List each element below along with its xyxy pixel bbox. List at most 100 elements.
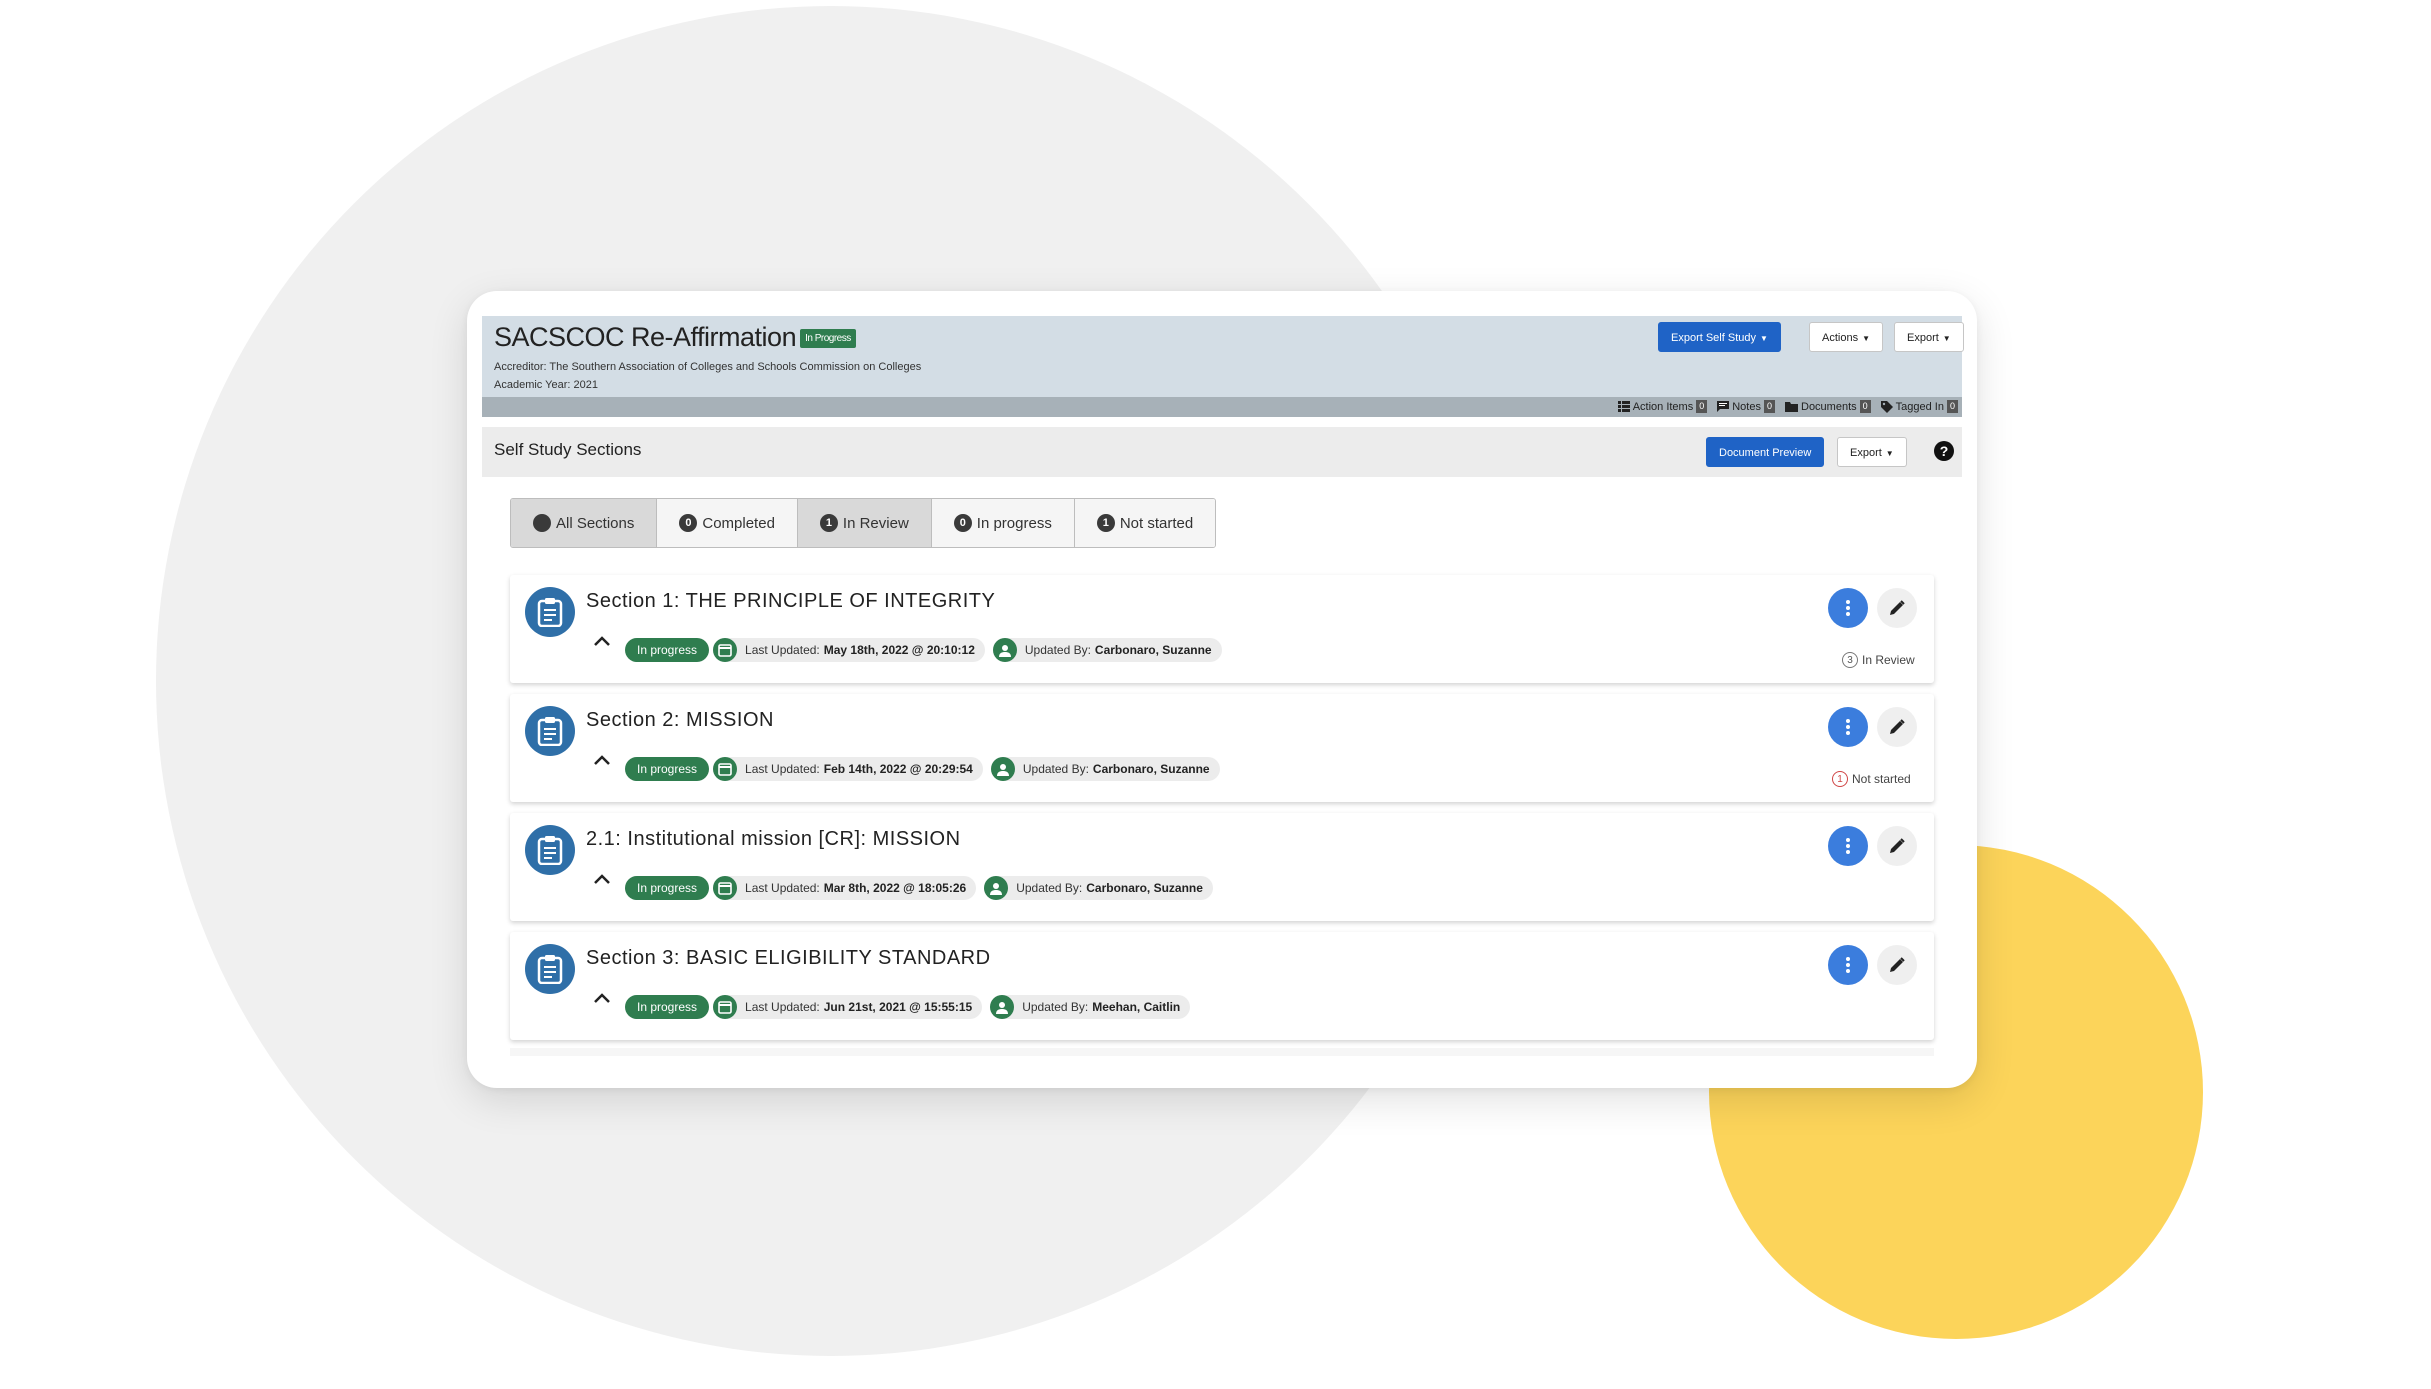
section-row[interactable]: Section 3: BASIC ELIGIBILITY STANDARD In… [510,932,1934,1040]
filter-tab-completed[interactable]: 0 Completed [657,499,798,547]
in-review-count: 1 [819,514,838,532]
caret-down-icon: ▼ [1760,334,1768,343]
pencil-icon [1890,957,1905,972]
filter-tab-label: Not started [1119,514,1194,532]
filter-tab-label: In Review [842,514,909,532]
user-icon [990,995,1015,1019]
filter-tab-in-progress[interactable]: 0 In progress [931,499,1075,547]
action-items-label: Action Items [1632,400,1694,413]
list-continuation-edge [510,1048,1934,1056]
section-title[interactable]: Section 3: BASIC ELIGIBILITY STANDARD [586,947,991,970]
kebab-icon [1846,600,1850,616]
updated-by-value: Carbonaro, Suzanne [1086,881,1203,895]
calendar-icon [713,638,738,662]
accreditor-text: Accreditor: The Southern Association of … [494,361,922,373]
self-study-sections-bar: Self Study Sections Document Preview Exp… [482,427,1962,477]
kebab-icon [1846,838,1850,854]
tagged-in-badge: 0 [1946,400,1958,413]
more-options-button[interactable] [1828,945,1868,985]
updated-by-label: Updated By: [1022,1000,1089,1014]
section-filter-tabs: All Sections 0 Completed 1 In Review 0 In p… [510,498,1217,548]
all-sections-count [533,514,551,532]
notes-label: Notes [1732,400,1761,413]
pencil-icon [1890,838,1905,853]
calendar-icon [713,995,738,1019]
kebab-icon [1846,957,1850,973]
status-pill: In progress [625,995,710,1019]
help-icon[interactable]: ? [1934,441,1954,461]
section-title[interactable]: Section 2: MISSION [586,709,774,732]
user-icon [990,757,1015,781]
chevron-up-icon[interactable] [590,750,614,770]
last-updated-value: Feb 14th, 2022 @ 20:29:54 [823,762,973,776]
pencil-icon [1890,719,1905,734]
status-badge: In Progress [800,329,856,348]
list-icon [1617,401,1630,412]
academic-year-text: Academic Year: 2021 [494,379,598,391]
more-options-button[interactable] [1828,588,1868,628]
section-title[interactable]: Section 1: THE PRINCIPLE OF INTEGRITY [586,590,995,613]
self-study-sections-title: Self Study Sections [494,440,642,459]
clipboard-icon [525,587,575,637]
chevron-up-icon[interactable] [590,631,614,651]
filter-tab-all-sections[interactable]: All Sections [511,499,658,547]
last-updated-label: Last Updated: [745,881,820,895]
pencil-icon [1890,600,1905,615]
section-row[interactable]: Section 2: MISSION In progress Last Upda… [510,694,1934,802]
action-items-count[interactable]: Action Items 0 [1617,400,1708,413]
header-counts-strip: Action Items 0 Notes 0 Documents 0 Tagged I… [482,397,1962,417]
actions-label: Actions [1822,332,1859,344]
tag-icon [1880,400,1893,413]
updated-by-value: Carbonaro, Suzanne [1094,643,1212,657]
edit-button[interactable] [1877,588,1917,628]
updated-by-label: Updated By: [1016,881,1083,895]
edit-button[interactable] [1877,826,1917,866]
updated-by-pill: Updated By: Carbonaro, Suzanne [984,876,1213,900]
more-options-button[interactable] [1828,826,1868,866]
tagged-in-count[interactable]: Tagged In 0 [1880,400,1958,413]
status-pill: In progress [625,757,710,781]
updated-by-pill: Updated By: Meehan, Caitlin [990,995,1191,1019]
filter-tab-not-started[interactable]: 1 Not started [1074,499,1216,547]
chevron-up-icon[interactable] [590,988,614,1008]
page-title: SACSCOC Re-Affirmation In Progress [494,322,856,353]
caret-down-icon: ▼ [1942,334,1951,343]
filter-tab-label: Completed [702,514,775,532]
documents-label: Documents [1801,400,1857,413]
calendar-icon [713,876,738,900]
caret-down-icon: ▼ [1885,449,1894,458]
review-status-label: Not started [1852,772,1911,786]
kebab-icon [1846,719,1850,735]
filter-tab-label: In progress [976,514,1052,532]
not-started-count: 1 [1096,514,1115,532]
review-count-ring: 1 [1832,771,1848,787]
export-self-study-label: Export Self Study [1671,332,1756,344]
updated-by-value: Carbonaro, Suzanne [1092,762,1210,776]
actions-button[interactable]: Actions ▼ [1809,322,1883,352]
sections-export-button[interactable]: Export ▼ [1837,437,1907,467]
last-updated-label: Last Updated: [745,643,820,657]
updated-by-value: Meehan, Caitlin [1092,1000,1181,1014]
page-header: SACSCOC Re-Affirmation In Progress Accred… [482,316,1964,397]
notes-count[interactable]: Notes 0 [1717,400,1775,413]
documents-count[interactable]: Documents 0 [1785,400,1871,413]
section-title[interactable]: 2.1: Institutional mission [CR]: MISSION [586,828,961,851]
last-updated-pill: Last Updated: Mar 8th, 2022 @ 18:05:26 [713,876,977,900]
document-preview-button[interactable]: Document Preview [1706,437,1825,467]
chevron-up-icon[interactable] [590,869,614,889]
last-updated-pill: Last Updated: Jun 21st, 2021 @ 15:55:15 [713,995,983,1019]
export-self-study-button[interactable]: Export Self Study ▼ [1658,322,1781,352]
updated-by-pill: Updated By: Carbonaro, Suzanne [990,757,1220,781]
last-updated-pill: Last Updated: Feb 14th, 2022 @ 20:29:54 [713,757,983,781]
edit-button[interactable] [1877,945,1917,985]
last-updated-label: Last Updated: [745,762,820,776]
filter-tab-in-review[interactable]: 1 In Review [797,499,932,547]
header-export-button[interactable]: Export ▼ [1894,322,1964,352]
clipboard-icon [525,944,575,994]
more-options-button[interactable] [1828,707,1868,747]
section-row[interactable]: Section 1: THE PRINCIPLE OF INTEGRITY In… [510,575,1934,683]
note-icon [1717,401,1730,412]
section-row[interactable]: 2.1: Institutional mission [CR]: MISSION… [510,813,1934,921]
app-window: SACSCOC Re-Affirmation In Progress Accred… [467,291,1977,1088]
edit-button[interactable] [1877,707,1917,747]
